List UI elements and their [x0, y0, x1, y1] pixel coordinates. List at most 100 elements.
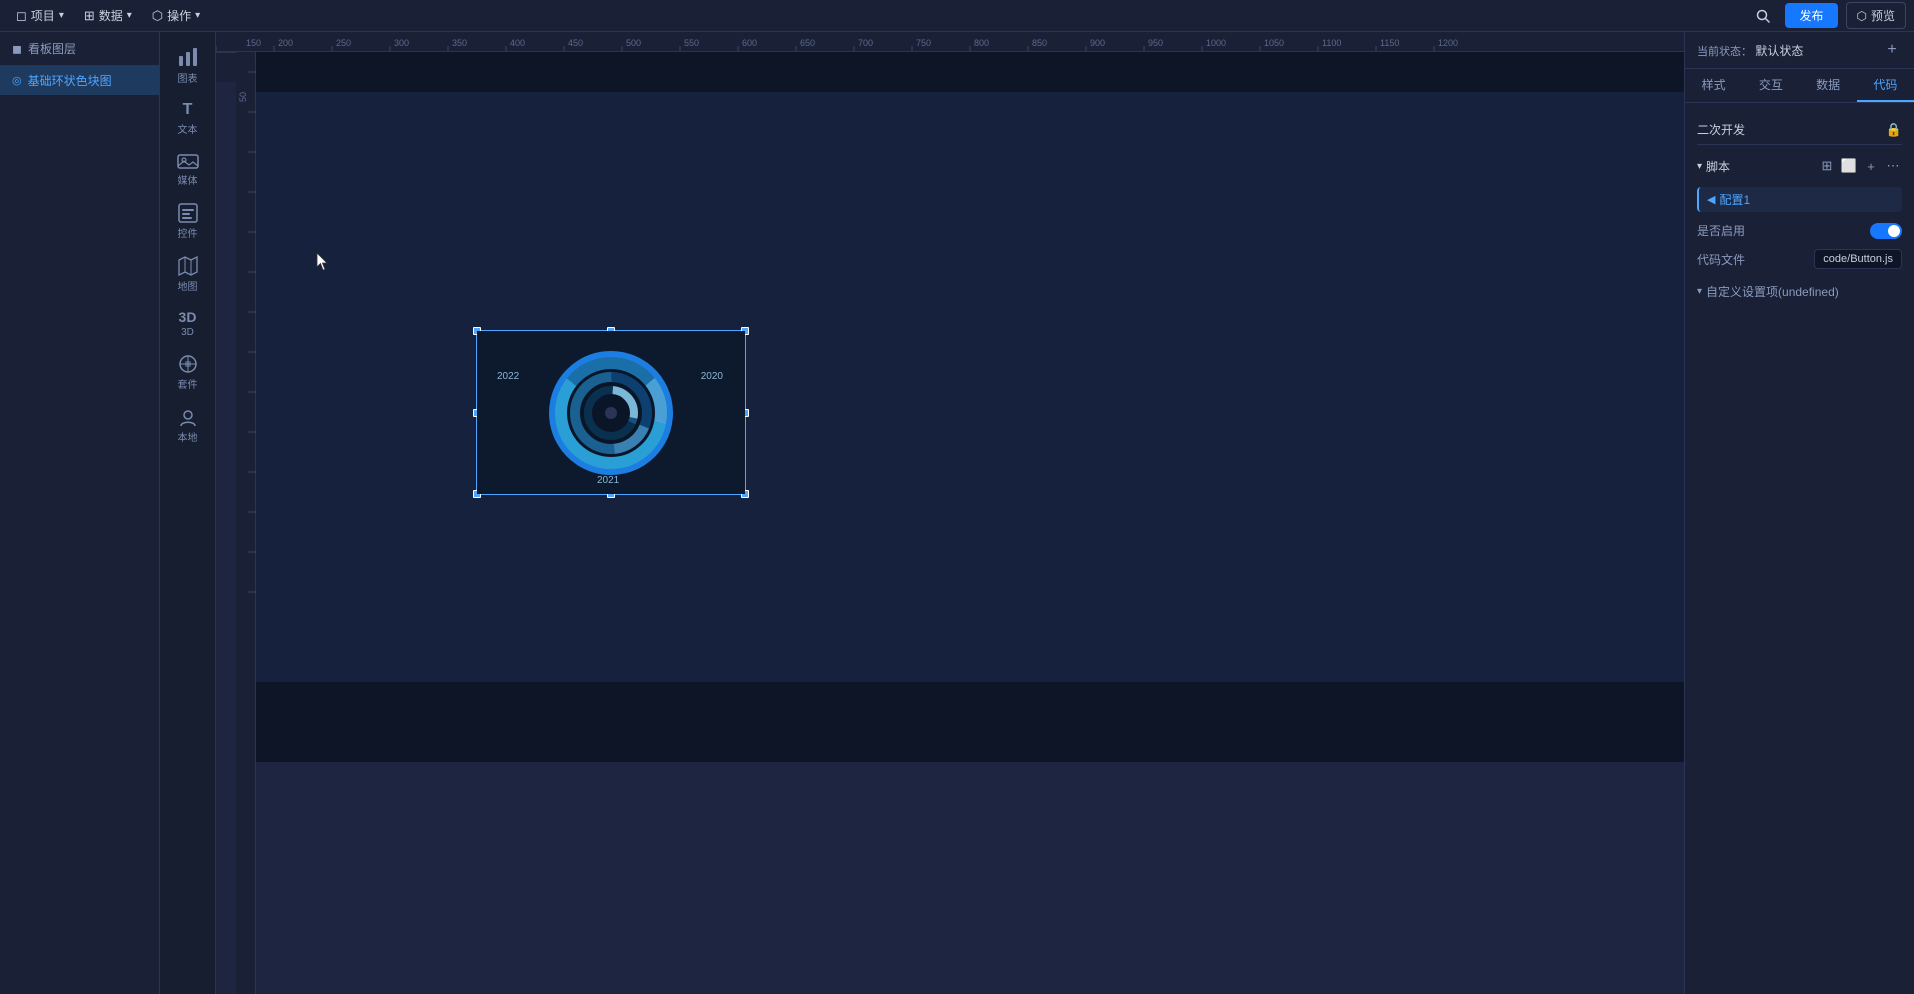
ruler-left: 50 100	[236, 52, 256, 994]
search-button[interactable]	[1749, 2, 1777, 30]
canvas-page-area: 2022 2020 2021	[256, 52, 1684, 994]
svg-text:650: 650	[800, 38, 815, 48]
second-dev-title: 二次开发	[1697, 121, 1745, 138]
svg-text:500: 500	[626, 38, 641, 48]
svg-text:450: 450	[568, 38, 583, 48]
top-menubar: ◻ 项目 ▾ ⊞ 数据 ▾ ⬡ 操作 ▾ 发布 ⬡ 预览	[0, 0, 1914, 32]
svg-text:850: 850	[1032, 38, 1047, 48]
ruler-top-svg: 150 200 250 300 350 400 450 500 550 600	[216, 32, 1684, 51]
custom-settings-label: 自定义设置项(undefined)	[1706, 283, 1839, 300]
year-2020-label: 2020	[701, 371, 723, 382]
chart-widget[interactable]: 2022 2020 2021	[476, 330, 746, 495]
icon-sidebar: 图表 T 文本 媒体 控件	[160, 32, 216, 994]
ruler-left-svg: 50 100	[236, 52, 256, 994]
sidebar-text-label: 文本	[178, 121, 198, 136]
script-item-name: 配置1	[1719, 191, 1894, 208]
canvas-area: 150 200 250 300 350 400 450 500 550 600	[216, 32, 1684, 994]
custom-settings-collapse: ▾	[1697, 286, 1702, 297]
script-table-icon[interactable]: ⊞	[1818, 157, 1836, 175]
project-icon: ◻	[16, 8, 27, 24]
tab-style[interactable]: 样式	[1685, 69, 1742, 102]
script-section-header: ▾ 脚本 ⊞ ⬜ + ⋯	[1697, 153, 1902, 179]
sidebar-item-kit[interactable]: 套件	[166, 348, 210, 397]
svg-text:300: 300	[394, 38, 409, 48]
add-state-button[interactable]: +	[1882, 40, 1902, 60]
controls-icon	[178, 203, 198, 223]
svg-text:700: 700	[858, 38, 873, 48]
svg-text:950: 950	[1148, 38, 1163, 48]
enable-toggle[interactable]	[1870, 223, 1902, 239]
year-2021-label: 2021	[597, 475, 619, 486]
svg-text:1050: 1050	[1264, 38, 1284, 48]
svg-text:900: 900	[1090, 38, 1105, 48]
right-panel-tabs: 样式 交互 数据 代码	[1685, 69, 1914, 103]
project-arrow-icon: ▾	[59, 10, 64, 21]
code-file-row: 代码文件 code/Button.js	[1697, 249, 1902, 269]
3d-icon: 3D	[179, 309, 197, 325]
layers-header: ◼ 看板图层	[0, 32, 159, 66]
tab-interact[interactable]: 交互	[1742, 69, 1799, 102]
top-right-actions: 发布 ⬡ 预览	[1749, 2, 1906, 30]
script-more-icon[interactable]: ⋯	[1884, 157, 1902, 175]
layers-title: 看板图层	[28, 40, 76, 57]
svg-text:550: 550	[684, 38, 699, 48]
sidebar-item-chart[interactable]: 图表	[166, 40, 210, 91]
second-dev-section[interactable]: 二次开发 🔒	[1697, 113, 1902, 145]
lock-icon: 🔒	[1886, 122, 1902, 138]
tab-data[interactable]: 数据	[1800, 69, 1857, 102]
menu-project[interactable]: ◻ 项目 ▾	[8, 3, 72, 28]
canvas-main-page	[256, 92, 1684, 682]
sidebar-item-3d[interactable]: 3D 3D	[166, 303, 210, 344]
local-icon	[178, 407, 198, 427]
state-label: 当前状态：	[1697, 46, 1752, 58]
sidebar-item-map[interactable]: 地图	[166, 250, 210, 299]
svg-text:1000: 1000	[1206, 38, 1226, 48]
right-panel-header: 当前状态： 默认状态 +	[1685, 32, 1914, 69]
sidebar-item-text[interactable]: T 文本	[166, 95, 210, 142]
svg-text:350: 350	[452, 38, 467, 48]
sidebar-map-label: 地图	[178, 278, 198, 293]
preview-button[interactable]: ⬡ 预览	[1846, 2, 1907, 29]
svg-text:200: 200	[278, 38, 293, 48]
menu-data[interactable]: ⊞ 数据 ▾	[76, 3, 140, 28]
script-item-config1[interactable]: ◀ 配置1	[1697, 187, 1902, 212]
tab-code[interactable]: 代码	[1857, 69, 1914, 102]
menu-ops[interactable]: ⬡ 操作 ▾	[144, 3, 208, 28]
canvas-workspace[interactable]: 50 100	[236, 52, 1684, 994]
ops-icon: ⬡	[152, 8, 163, 24]
publish-button[interactable]: 发布	[1785, 3, 1837, 28]
left-layers-panel: ◼ 看板图层 ◎ 基础环状色块图	[0, 32, 160, 994]
menu-data-label: 数据	[99, 7, 123, 24]
svg-text:150: 150	[246, 38, 261, 48]
layers-icon: ◼	[12, 42, 22, 56]
svg-text:600: 600	[742, 38, 757, 48]
donut-chart-svg	[546, 348, 676, 478]
sidebar-item-local[interactable]: 本地	[166, 401, 210, 450]
svg-text:1150: 1150	[1380, 38, 1399, 48]
layer-chart-label: 基础环状色块图	[28, 72, 112, 89]
svg-text:250: 250	[336, 38, 351, 48]
svg-text:400: 400	[510, 38, 525, 48]
script-add-icon[interactable]: +	[1862, 157, 1880, 175]
layer-item-chart[interactable]: ◎ 基础环状色块图	[0, 66, 159, 95]
chart-widget-inner: 2022 2020 2021	[477, 331, 745, 494]
script-grid-icon[interactable]: ⬜	[1840, 157, 1858, 175]
script-collapse-icon: ▾	[1697, 161, 1702, 172]
custom-settings-row[interactable]: ▾ 自定义设置项(undefined)	[1697, 279, 1902, 304]
sidebar-controls-label: 控件	[178, 225, 198, 240]
sidebar-local-label: 本地	[178, 429, 198, 444]
menu-project-label: 项目	[31, 7, 55, 24]
preview-label: 预览	[1871, 7, 1895, 24]
code-file-value[interactable]: code/Button.js	[1814, 249, 1902, 269]
script-section-title: ▾ 脚本	[1697, 158, 1730, 175]
svg-text:1200: 1200	[1438, 38, 1458, 48]
menu-ops-label: 操作	[167, 7, 191, 24]
text-icon: T	[183, 101, 193, 119]
data-arrow-icon: ▾	[127, 10, 132, 21]
sidebar-item-controls[interactable]: 控件	[166, 197, 210, 246]
data-icon: ⊞	[84, 8, 95, 24]
sidebar-item-media[interactable]: 媒体	[166, 146, 210, 193]
chart-icon	[177, 46, 199, 68]
ruler-top: 150 200 250 300 350 400 450 500 550 600	[216, 32, 1684, 52]
preview-icon: ⬡	[1857, 9, 1867, 23]
